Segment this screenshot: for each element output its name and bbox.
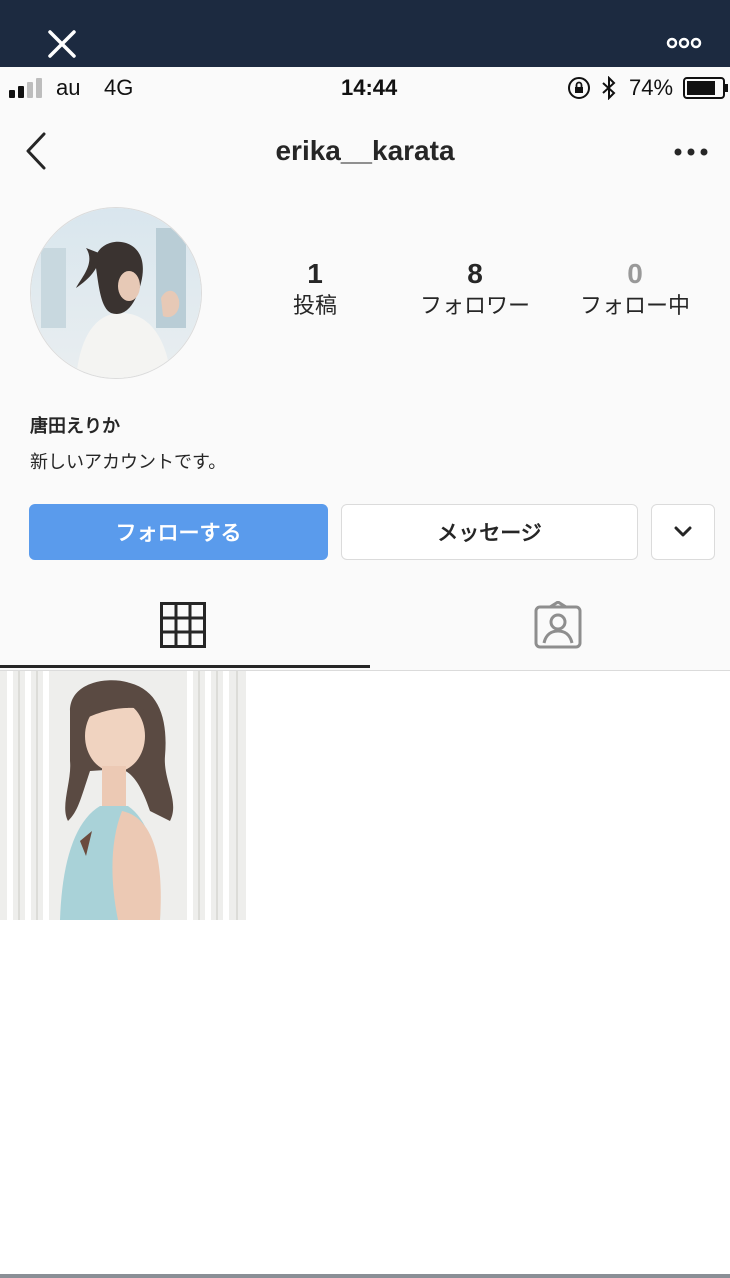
battery-icon — [683, 77, 728, 99]
post-thumbnail[interactable] — [0, 671, 246, 920]
grid-icon[interactable] — [160, 602, 206, 648]
more-options-button[interactable] — [654, 14, 714, 74]
chevron-down-icon — [674, 526, 692, 537]
close-button[interactable] — [34, 14, 90, 74]
stat-posts: 1 投稿 — [235, 257, 395, 321]
follow-button[interactable]: フォローする — [29, 504, 328, 560]
bio-text: 新しいアカウントです。 — [30, 452, 227, 472]
battery-percent: 74% — [629, 75, 674, 100]
followers-count: 8 — [467, 258, 483, 289]
stat-following[interactable]: 0 フォロー中 — [555, 257, 715, 321]
active-tab-indicator — [0, 665, 370, 668]
network-label: 4G — [104, 75, 134, 100]
orientation-lock-icon — [568, 77, 590, 99]
bluetooth-icon — [602, 76, 616, 100]
close-icon — [48, 30, 76, 58]
avatar[interactable] — [30, 207, 202, 379]
webview-top-bar — [0, 0, 730, 74]
profile-header: 1 投稿 8 フォロワー 0 フォロー中 唐田えりか 新しいアカウントです。 フ… — [0, 197, 730, 587]
message-button[interactable]: メッセージ — [341, 504, 638, 560]
status-bar: au 4G 14:44 74% — [0, 67, 730, 109]
display-name: 唐田えりか — [30, 416, 120, 436]
tagged-icon[interactable] — [534, 601, 582, 649]
carrier-label: au — [56, 75, 81, 100]
navigation-bar: erika__karata — [0, 109, 730, 197]
profile-tabs — [0, 587, 730, 671]
bottom-divider — [0, 1274, 730, 1278]
following-label: フォロー中 — [579, 293, 690, 318]
more-icon — [666, 37, 702, 49]
suggestions-dropdown-button[interactable] — [651, 504, 715, 560]
page-title: erika__karata — [275, 135, 455, 166]
signal-icon — [9, 78, 42, 98]
followers-label: フォロワー — [419, 293, 530, 318]
posts-count: 1 — [307, 258, 323, 289]
following-count: 0 — [627, 258, 643, 289]
stat-followers[interactable]: 8 フォロワー — [395, 257, 555, 321]
clock: 14:44 — [341, 75, 398, 100]
posts-label: 投稿 — [292, 293, 337, 318]
options-icon[interactable] — [674, 147, 708, 157]
